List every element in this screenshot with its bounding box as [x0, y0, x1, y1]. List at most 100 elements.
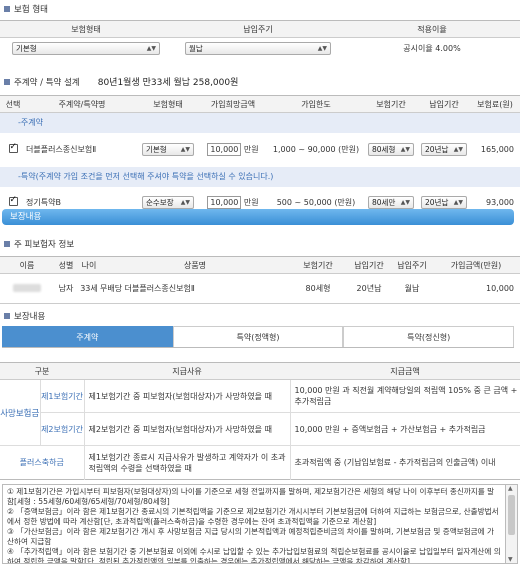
payment-amount: 10,000 만원 + 증액보험금 + 가산보험금 + 추가적립금 [294, 424, 486, 434]
col-header: 보험기간 [364, 95, 418, 113]
period-sub-label: 제1보험기간 [40, 379, 85, 413]
main-type-select[interactable]: 기본형 ▲▼ [142, 143, 194, 156]
table-row: 사망보험금 제1보험기간 제1보험기간 중 피보험자(보험대상자)가 사망하였을… [0, 379, 520, 446]
table-row: 남자 33세 무배당 더블플러스종신보험Ⅱ 80세형 20년납 월납 10,00… [0, 274, 520, 304]
chevron-updown-icon: ▲▼ [453, 199, 463, 206]
period: 80세형 [305, 284, 331, 293]
section-title-text: 주계약 / 특약 설계 [14, 77, 80, 88]
rider-checkbox[interactable] [8, 195, 18, 206]
col-header: 주계약/특약명 [26, 95, 138, 113]
section-title-insured: 주 피보험자 정보 [4, 238, 74, 250]
rider-amount-input[interactable]: 10,000 [207, 196, 242, 209]
col-header: 성별 [54, 256, 78, 274]
section-title-coverage: 보장내용 [4, 310, 45, 322]
coverage-table: 구분 지급사유 지급금액 사망보험금 제1보험기간 제1보험기간 중 피보험자(… [0, 362, 520, 480]
payment-amount: 초과적립액 중 (기납입보험료 - 추가적립금의 인출금액) 이내 [294, 458, 496, 467]
chevron-updown-icon: ▲▼ [400, 199, 410, 206]
section-bullet-icon [4, 6, 10, 12]
select-value: 기본형 [16, 44, 37, 54]
rider-period-select[interactable]: 80세만 ▲▼ [368, 196, 414, 209]
unit-label: 만원 [243, 198, 259, 207]
chevron-updown-icon: ▲▼ [180, 146, 190, 153]
gender: 남자 [58, 284, 74, 293]
col-header: 납입기간 [418, 95, 470, 113]
main-pay-select[interactable]: 20년납 ▲▼ [421, 143, 467, 156]
col-header: 보험형태 [138, 95, 198, 113]
section-bullet-icon [4, 241, 10, 247]
coverage-tabs: 주계약 특약(정액형) 특약(정신형) [2, 326, 515, 348]
section-title-text: 보험 형태 [14, 5, 48, 15]
note-item: ③ 「가산보험금」이라 함은 제2보험기간 개시 후 사망보험금 지급 당시의 … [7, 527, 495, 546]
payment-cycle-select[interactable]: 월납 ▲▼ [185, 42, 331, 56]
insurance-type-table: 보험형태 납입주기 적용이율 기본형 ▲▼ 월납 ▲▼ 공시이율 4.00% [0, 20, 520, 60]
scrollbar-thumb[interactable] [508, 495, 515, 535]
notes-textarea[interactable]: ① 제1보험기간은 가입시부터 피보험자(보험대상자)의 나이를 기준으로 세형… [2, 484, 506, 564]
age: 33세 [80, 284, 98, 293]
applied-rate: 공시이율 4.00% [403, 44, 461, 54]
col-header: 이름 [0, 256, 54, 274]
select-value: 20년납 [425, 198, 449, 207]
design-table: 선택 주계약/특약명 보험형태 가입희망금액 가입한도 보험기간 납입기간 보험… [0, 95, 520, 219]
tab-rider-mental[interactable]: 특약(정신형) [343, 326, 515, 347]
col-header: 선택 [0, 95, 26, 113]
insurance-type-select[interactable]: 기본형 ▲▼ [12, 42, 160, 56]
rider-type-select[interactable]: 순수보장 ▲▼ [142, 196, 194, 209]
death-benefit-label: 사망보험금 [0, 379, 41, 446]
contract-summary: 80년1월생 만33세 월납 258,000원 [97, 78, 239, 88]
notes-scrollbar[interactable]: ▲ ▼ [506, 484, 518, 564]
payment-reason: 제1보험기간 종료시 지급사유가 발생하고 계약자가 이 초과적립액의 수령을 … [84, 445, 291, 480]
product-name: 더블플러스종신보험Ⅱ [26, 145, 97, 154]
col-header: 적용이율 [344, 20, 520, 38]
premium: 165,000 [480, 145, 514, 154]
main-contract-checkbox[interactable] [8, 142, 18, 153]
payment-reason: 제1보험기간 중 피보험자(보험대상자)가 사망하였을 때 [84, 379, 291, 413]
pay-period: 20년납 [356, 284, 382, 293]
scroll-up-icon[interactable]: ▲ [508, 485, 513, 492]
col-header: 납입주기 [172, 20, 344, 38]
section-title-contract: 주계약 / 특약 설계 80년1월생 만33세 월납 258,000원 [4, 75, 238, 88]
chevron-updown-icon: ▲▼ [317, 45, 327, 53]
section-bullet-icon [4, 78, 10, 85]
insured-table: 이름 성별 나이 상품명 보험기간 납입기간 납입주기 가입금액(만원) 남자 … [0, 256, 520, 304]
select-value: 순수보장 [146, 198, 174, 207]
coverage-button[interactable]: 보장내용 [2, 209, 514, 225]
main-amount-input[interactable]: 10,000 [207, 143, 242, 156]
insured-amount: 10,000 [486, 284, 514, 293]
tab-rider-fixed[interactable]: 특약(정액형) [172, 326, 344, 347]
redacted-name [13, 283, 41, 292]
col-header: 상품명 [100, 256, 290, 274]
col-header: 가입희망금액 [198, 95, 268, 113]
main-period-select[interactable]: 80세형 ▲▼ [368, 143, 414, 156]
table-row: 플러스축하금 제1보험기간 종료시 지급사유가 발생하고 계약자가 이 초과적립… [0, 445, 520, 480]
rider-label: -특약(주계약 가입 조건을 먼저 선택해 주셔야 특약을 선택하실 수 있습니… [0, 166, 520, 187]
select-value: 기본형 [146, 145, 167, 154]
col-header: 납입주기 [392, 256, 432, 274]
col-header: 지급금액 [290, 362, 520, 380]
rider-pay-select[interactable]: 20년납 ▲▼ [421, 196, 467, 209]
select-value: 20년납 [425, 145, 449, 154]
select-value: 80세만 [372, 198, 396, 207]
select-value: 80세형 [372, 145, 396, 154]
note-item: ① 제1보험기간은 가입시부터 피보험자(보험대상자)의 나이를 기준으로 세형… [7, 487, 495, 506]
main-contract-label: -주계약 [0, 112, 520, 133]
plus-bonus-label: 플러스축하금 [0, 445, 85, 480]
scroll-down-icon[interactable]: ▼ [508, 556, 513, 563]
col-header: 구분 [0, 362, 85, 380]
amount-limit: 1,000 ~ 90,000 (만원) [272, 145, 360, 154]
section-title-text: 주 피보험자 정보 [14, 240, 75, 250]
col-header: 가입금액(만원) [432, 256, 520, 274]
table-row: 더블플러스종신보험Ⅱ 기본형 ▲▼ 10,000 만원 1,000 ~ 90,00… [0, 133, 520, 167]
period-sub-label: 제2보험기간 [40, 412, 85, 446]
unit-label: 만원 [243, 145, 259, 154]
section-title-insurance-type: 보험 형태 [4, 3, 48, 15]
col-header: 보험기간 [290, 256, 346, 274]
col-header: 보험료(원) [470, 95, 520, 113]
tab-main-contract[interactable]: 주계약 [2, 326, 173, 347]
note-item: ② 「증액보험금」이라 함은 제1보험기간 종료시의 기본적립액을 기준으로 제… [7, 507, 499, 526]
table-row: 제2보험기간 제2보험기간 중 피보험자(보험대상자)가 사망하였을 때 10,… [0, 412, 520, 446]
pay-cycle: 월납 [404, 284, 420, 293]
product-name: 무배당 더블플러스종신보험Ⅱ [100, 284, 195, 293]
col-header: 보험형태 [0, 20, 172, 38]
col-header: 납입기간 [346, 256, 392, 274]
payment-amount: 10,000 만원 과 직전월 계약해당일의 적립액 105% 중 큰 금액 +… [294, 386, 518, 406]
